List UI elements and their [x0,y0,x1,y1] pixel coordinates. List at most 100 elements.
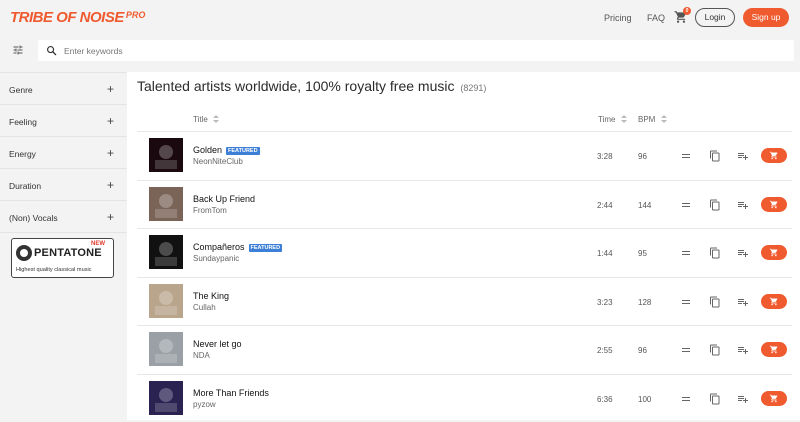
track-duration: 6:36 [597,394,613,404]
column-header-bpm[interactable]: BPM [638,115,667,124]
add-to-cart-button[interactable] [761,245,787,260]
plus-icon[interactable]: + [107,146,114,160]
track-bpm: 95 [638,249,647,258]
add-to-cart-button[interactable] [761,196,787,212]
track-row[interactable]: Back Up Friend FromTom 2:44 144 [137,179,792,228]
signup-button[interactable]: Sign up [743,8,789,27]
filter-genre[interactable]: Genre + [0,73,127,105]
page-title-text: Talented artists worldwide, 100% royalty… [137,78,455,94]
login-button[interactable]: Login [695,8,735,27]
track-artist[interactable]: FromTom [193,206,227,215]
album-art-image [149,380,183,415]
add-to-playlist-icon[interactable] [737,344,749,356]
track-title-line: Compañeros FEATURED [193,242,283,252]
nav-pricing-link[interactable]: Pricing [604,13,632,23]
cart-count-badge: 0 [683,7,691,15]
column-label: Time [598,115,616,124]
filter-duration[interactable]: Duration + [0,169,127,201]
search-input[interactable] [64,40,784,61]
track-title[interactable]: Compañeros [193,242,245,252]
track-row[interactable]: Compañeros FEATURED Sundaypanic 1:44 95 [137,228,792,276]
track-artist[interactable]: Sundaypanic [193,254,239,263]
filter-label: Energy [9,149,36,159]
filter-sidebar: Genre + Feeling + Energy + Duration + (N… [0,72,127,420]
tribe-of-noise-logo[interactable]: TRIBE OF NOISE PRO [10,9,145,26]
track-duration: 3:23 [597,297,613,307]
copy-icon[interactable] [709,296,721,308]
add-to-cart-button[interactable] [761,293,787,309]
page-title: Talented artists worldwide, 100% royalty… [137,78,486,94]
add-to-playlist-icon[interactable] [737,296,749,308]
search-bar [38,40,794,61]
album-art[interactable] [149,186,183,221]
track-title-line: Back Up Friend [193,194,255,204]
track-artist[interactable]: pyzow [193,400,216,409]
track-title-line: The King [193,291,229,301]
album-art[interactable] [149,138,183,172]
track-title[interactable]: The King [193,291,229,301]
filter-label: Duration [9,181,42,191]
logo-wordmark: TRIBE OF NOISE [10,9,124,26]
track-title[interactable]: More Than Friends [193,388,269,398]
add-to-cart-button[interactable] [761,390,787,406]
track-artist[interactable]: Cullah [193,303,216,312]
cart-icon [769,297,778,305]
copy-icon[interactable] [709,150,721,162]
add-to-playlist-icon[interactable] [737,150,749,162]
plus-icon[interactable]: + [107,114,114,128]
similar-tracks-icon[interactable] [680,344,692,356]
copy-icon[interactable] [709,199,721,211]
filter-toggle-icon[interactable] [12,44,24,56]
add-to-cart-button[interactable] [761,148,787,163]
similar-tracks-icon[interactable] [680,247,692,259]
featured-badge: FEATURED [226,147,260,155]
track-row[interactable]: More Than Friends pyzow 6:36 100 [137,373,792,422]
similar-tracks-icon[interactable] [680,393,692,405]
nav-faq-link[interactable]: FAQ [647,13,665,23]
add-to-playlist-icon[interactable] [737,393,749,405]
cart-icon [769,200,778,208]
album-art[interactable] [149,283,183,318]
filter-energy[interactable]: Energy + [0,137,127,169]
filter-label: Feeling [9,117,37,127]
plus-icon[interactable]: + [107,82,114,96]
track-bpm: 96 [638,346,647,355]
similar-tracks-icon[interactable] [680,199,692,211]
add-to-playlist-icon[interactable] [737,247,749,259]
featured-badge: FEATURED [248,244,283,252]
add-to-cart-button[interactable] [761,342,787,357]
column-header-title[interactable]: Title [193,115,220,124]
plus-icon[interactable]: + [107,178,114,192]
track-row[interactable]: Golden FEATURED NeonNiteClub 3:28 96 [137,131,792,179]
album-art[interactable] [149,380,183,415]
track-artist[interactable]: NeonNiteClub [193,157,243,166]
album-art[interactable] [149,332,183,366]
top-header: TRIBE OF NOISE PRO Pricing FAQ 0 Login S… [0,0,800,36]
track-title[interactable]: Back Up Friend [193,194,255,204]
filter-feeling[interactable]: Feeling + [0,105,127,137]
track-row[interactable]: Never let go NDA 2:55 96 [137,325,792,373]
album-art[interactable] [149,235,183,269]
cart-icon [769,394,778,402]
result-count: (8291) [460,83,487,93]
album-art-image [149,235,183,269]
track-bpm: 100 [638,394,652,404]
track-bpm: 96 [638,152,647,161]
filter-vocals[interactable]: (Non) Vocals + [0,201,127,233]
plus-icon[interactable]: + [107,210,114,224]
track-title[interactable]: Golden [193,145,222,155]
similar-tracks-icon[interactable] [680,296,692,308]
similar-tracks-icon[interactable] [680,150,692,162]
track-row[interactable]: The King Cullah 3:23 128 [137,276,792,325]
pentatone-name: PENTATONE [34,247,102,259]
copy-icon[interactable] [709,247,721,259]
track-artist[interactable]: NDA [193,351,210,360]
pentatone-promo-banner[interactable]: NEW PENTATONE Highest quality classical … [11,238,114,278]
track-list-panel: Talented artists worldwide, 100% royalty… [127,72,800,420]
add-to-playlist-icon[interactable] [737,199,749,211]
column-header-time[interactable]: Time [598,115,627,124]
track-title[interactable]: Never let go [193,339,242,349]
sort-icon [213,115,220,123]
copy-icon[interactable] [709,344,721,356]
copy-icon[interactable] [709,393,721,405]
